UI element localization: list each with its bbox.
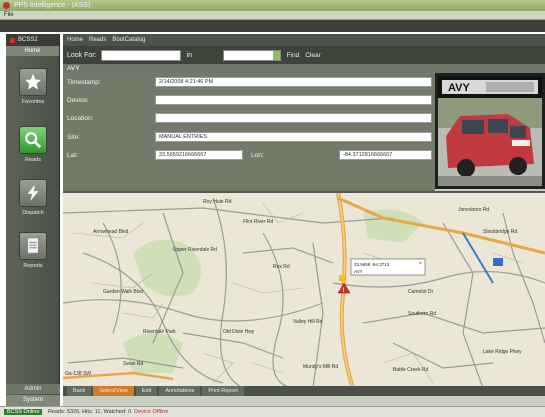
online-badge: BCSS Online bbox=[4, 409, 43, 415]
timestamp-label: Timestamp: bbox=[67, 79, 101, 86]
tab-bootcatalog[interactable]: BootCatalog bbox=[112, 37, 145, 43]
location-field bbox=[155, 113, 432, 123]
close-icon[interactable]: × bbox=[419, 261, 422, 267]
sidebar-item-reads[interactable]: Reads bbox=[12, 126, 54, 163]
device-label: Device: bbox=[67, 97, 89, 104]
sidebar-admin[interactable]: Admin bbox=[6, 384, 60, 394]
lightning-icon bbox=[19, 179, 47, 207]
menu-bar: File bbox=[0, 11, 545, 20]
map-label: Battle Creek Rd bbox=[393, 367, 429, 373]
map-label: Southern Rd bbox=[408, 311, 436, 317]
sidebar-item-label: Reads bbox=[25, 157, 41, 163]
plate-text: AVY bbox=[448, 82, 470, 94]
search-field-select[interactable] bbox=[222, 49, 281, 61]
map-label: Lake Ridge Pkwy bbox=[483, 349, 522, 355]
clear-button[interactable]: Clear bbox=[305, 52, 321, 59]
timestamp-field: 2/14/2008 4:21:46 PM bbox=[155, 77, 432, 87]
interstate-shield-icon bbox=[493, 258, 503, 266]
map-callout[interactable]: 33.5659 -84.3713 AVY × bbox=[350, 258, 426, 276]
street-map[interactable]: Roy Huie Rd Flint River Rd Upper Riverda… bbox=[63, 193, 545, 389]
select-view-tab[interactable]: Select/View bbox=[93, 386, 134, 396]
document-icon bbox=[19, 232, 47, 260]
tab-reads[interactable]: Reads bbox=[89, 37, 106, 43]
map-label: Rex Rd bbox=[273, 264, 290, 270]
svg-text:!: ! bbox=[343, 288, 345, 294]
map-label: Riverdale Park bbox=[143, 329, 176, 335]
map-label: Swan Rd bbox=[123, 361, 144, 367]
map-label: Mundy's Mill Rd bbox=[303, 364, 338, 370]
map-label: Ga-138 SW bbox=[65, 371, 91, 377]
map-bottom-tabs: Back Select/View Edit Annotations Print … bbox=[63, 386, 545, 396]
device-offline-badge: Device Offline bbox=[134, 409, 169, 415]
sidebar: BCSS2 Home Favorites Reads Dispatch Repo… bbox=[6, 34, 60, 406]
map-label: Stockbridge Rd bbox=[483, 229, 517, 235]
map-label: Old Dixie Hwy bbox=[223, 329, 255, 335]
sidebar-item-label: Reports bbox=[23, 263, 43, 269]
sidebar-item-reports[interactable]: Reports bbox=[12, 232, 54, 269]
brand-label: BCSS2 bbox=[18, 37, 38, 43]
callout-plate: AVY bbox=[354, 269, 363, 274]
site-field: MANUAL ENTRIES bbox=[155, 132, 432, 142]
location-label: Location: bbox=[67, 115, 94, 122]
toolbar-tabs: Home Reads BootCatalog bbox=[63, 34, 545, 46]
sidebar-item-favorites[interactable]: Favorites bbox=[12, 68, 54, 105]
map-label: Jonesboro Rd bbox=[458, 207, 489, 213]
record-header: AVY bbox=[63, 64, 545, 73]
device-field bbox=[155, 95, 432, 105]
map-label: Flint River Rd bbox=[243, 219, 274, 225]
in-label: in bbox=[186, 51, 193, 59]
chrome-strip bbox=[0, 20, 545, 32]
look-for-label: Look For: bbox=[67, 51, 97, 59]
brand-icon bbox=[10, 37, 15, 43]
map-panel[interactable]: Roy Huie Rd Flint River Rd Upper Riverda… bbox=[63, 191, 545, 396]
sidebar-system[interactable]: System bbox=[6, 395, 60, 406]
look-for-input[interactable] bbox=[100, 49, 181, 61]
tab-home[interactable]: Home bbox=[67, 37, 83, 43]
lat-label: Lat: bbox=[67, 152, 78, 159]
annotations-tab[interactable]: Annotations bbox=[159, 386, 201, 396]
map-label: Upper Riverdale Rd bbox=[173, 247, 217, 253]
lon-field: -84.3712816666667 bbox=[339, 150, 432, 160]
brand-row: BCSS2 bbox=[6, 34, 59, 46]
vehicle-image: AVY bbox=[438, 76, 542, 186]
sidebar-item-label: Favorites bbox=[21, 99, 45, 105]
status-bar: BCSS Online Reads: 5326, Hits: 11, Watch… bbox=[0, 406, 545, 417]
print-report-button[interactable]: Print Report bbox=[202, 386, 244, 396]
status-text: Reads: 5326, Hits: 11, Watched: 0. bbox=[47, 409, 133, 415]
app-icon bbox=[3, 2, 10, 9]
map-label: Garden Walk Blvd bbox=[103, 289, 143, 295]
lon-label: Lon: bbox=[251, 152, 264, 159]
map-label: Valley Hill Rd bbox=[293, 319, 323, 325]
main-panel: Home Reads BootCatalog Look For: in Find… bbox=[63, 34, 545, 406]
title-bar: PPS Intelligence - (ASS) bbox=[0, 0, 545, 11]
menu-file[interactable]: File bbox=[4, 12, 14, 18]
sidebar-item-dispatch[interactable]: Dispatch bbox=[12, 179, 54, 216]
sidebar-item-label: Dispatch bbox=[22, 210, 44, 216]
vehicle-photo: AVY bbox=[435, 73, 545, 189]
star-icon bbox=[19, 68, 47, 96]
find-button[interactable]: Find bbox=[287, 52, 300, 59]
window-title: PPS Intelligence - (ASS) bbox=[14, 2, 91, 9]
back-button[interactable]: Back bbox=[67, 386, 92, 396]
sidebar-home-tab[interactable]: Home bbox=[6, 46, 59, 56]
map-label: Camelot Dr bbox=[408, 289, 434, 295]
map-label: Arrowhead Blvd bbox=[93, 229, 129, 235]
edit-tab[interactable]: Edit bbox=[135, 386, 158, 396]
search-bar: Look For: in Find Clear bbox=[63, 46, 545, 64]
map-label: Roy Huie Rd bbox=[203, 199, 232, 205]
site-label: Site: bbox=[67, 134, 81, 141]
magnifier-icon bbox=[19, 126, 47, 154]
lat-field: 33.5659216666667 bbox=[155, 150, 243, 160]
callout-coords: 33.5659 -84.3713 bbox=[354, 262, 390, 267]
chevron-down-icon bbox=[272, 50, 280, 60]
